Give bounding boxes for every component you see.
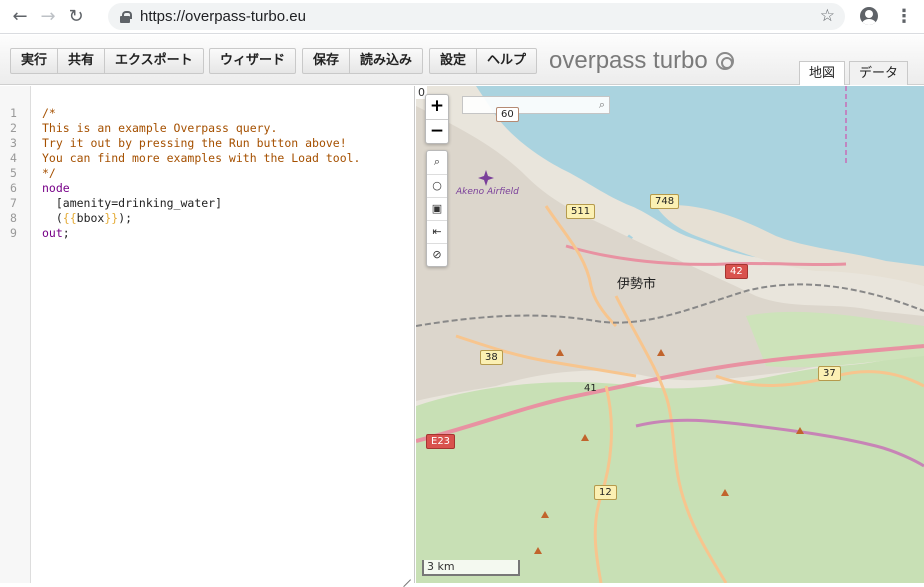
- line-number: 4: [10, 151, 17, 165]
- code-line: 8 ({{bbox}});: [0, 211, 415, 226]
- brand-text: overpass turbo: [549, 47, 708, 74]
- tab-map[interactable]: 地図: [799, 61, 846, 85]
- profile-avatar-icon[interactable]: [860, 7, 878, 25]
- line-number: 1: [10, 106, 17, 120]
- bookmark-star-icon[interactable]: ☆: [820, 6, 835, 26]
- map-tool-controls: ⌕ ○ ▣ ⇤ ⊘: [426, 150, 448, 267]
- code-text: You can find more examples with the Load…: [42, 151, 361, 165]
- load-button[interactable]: 読み込み: [350, 49, 422, 73]
- code-line: 1 /*: [0, 106, 415, 121]
- brand-title: overpass turbo: [549, 47, 734, 75]
- view-tabs: 地図 データ: [795, 61, 909, 85]
- code-token: );: [118, 211, 133, 225]
- browser-chrome: ← → ↻ https://overpass-turbo.eu ☆ ⋮: [0, 0, 924, 34]
- scale-bar: 3 km: [422, 560, 520, 576]
- road-shield: 42: [725, 264, 748, 279]
- share-button[interactable]: 共有: [58, 49, 106, 73]
- url-text: https://overpass-turbo.eu: [140, 8, 306, 25]
- export-button[interactable]: エクスポート: [105, 49, 203, 73]
- map-view[interactable]: 0 + − ⌕ ○ ▣ ⇤ ⊘ ⌕ Akeno Airfield 伊勢市 60 …: [416, 86, 924, 583]
- settings-button[interactable]: 設定: [430, 49, 478, 73]
- code-line: 6 node: [0, 181, 415, 196]
- code-token: (: [42, 211, 63, 225]
- search-icon: ⌕: [598, 98, 605, 111]
- code-text: This is an example Overpass query.: [42, 121, 278, 135]
- run-button[interactable]: 実行: [11, 49, 59, 73]
- code-line: 7 [amenity=drinking_water]: [0, 196, 415, 211]
- forward-arrow-icon[interactable]: →: [34, 3, 62, 31]
- code-token: bbox: [76, 211, 105, 225]
- line-number: 3: [10, 136, 17, 150]
- wizard-button[interactable]: ウィザード: [210, 49, 295, 73]
- zoom-to-data-icon[interactable]: ⌕: [427, 151, 447, 174]
- map-tiles: [416, 86, 924, 583]
- address-bar[interactable]: https://overpass-turbo.eu ☆: [108, 3, 845, 30]
- line-number: 6: [10, 181, 17, 195]
- line-number: 8: [10, 211, 17, 225]
- zoom-out-button[interactable]: −: [426, 119, 448, 143]
- road-shield: 60: [496, 107, 519, 122]
- airfield-label: Akeno Airfield: [456, 187, 519, 197]
- overpass-logo-icon: [715, 52, 734, 70]
- settings-help-group: 設定 ヘルプ: [429, 48, 538, 74]
- road-shield: 748: [650, 194, 680, 209]
- lock-icon: [120, 10, 132, 23]
- code-token: ;: [62, 226, 70, 240]
- code-line: 2 This is an example Overpass query.: [0, 121, 415, 136]
- map-search-input[interactable]: ⌕: [462, 96, 610, 114]
- code-text: ({{bbox}});: [42, 211, 132, 226]
- code-line: 4 You can find more examples with the Loa…: [0, 151, 415, 166]
- road-shield: 41: [584, 383, 597, 394]
- keyword-token: out: [42, 226, 63, 240]
- locate-icon[interactable]: ○: [427, 174, 447, 197]
- save-load-group: 保存 読み込み: [302, 48, 424, 74]
- code-text: /*: [42, 106, 56, 120]
- query-editor[interactable]: 1 /* 2 This is an example Overpass query. 3 T…: [0, 86, 415, 583]
- run-share-export-group: 実行 共有 エクスポート: [10, 48, 204, 74]
- zoom-in-button[interactable]: +: [426, 95, 448, 119]
- road-shield: 38: [480, 350, 503, 365]
- zoom-control: + −: [425, 94, 449, 144]
- template-brace: {{: [62, 211, 77, 225]
- code-line: 5 */: [0, 166, 415, 181]
- export-image-icon[interactable]: ▣: [427, 197, 447, 220]
- road-shield: E23: [426, 434, 456, 449]
- fullscreen-icon[interactable]: ⇤: [427, 220, 447, 243]
- road-shield: 12: [594, 485, 617, 500]
- code-text: Try it out by pressing the Run button ab…: [42, 136, 347, 150]
- clear-data-icon[interactable]: ⊘: [427, 243, 447, 266]
- code-text: */: [42, 166, 56, 180]
- save-button[interactable]: 保存: [303, 49, 351, 73]
- code-text: node: [42, 181, 70, 195]
- code-text: out;: [42, 226, 70, 241]
- code-line: 9 out;: [0, 226, 415, 241]
- help-button[interactable]: ヘルプ: [477, 49, 536, 73]
- line-number: 5: [10, 166, 17, 180]
- line-number: 2: [10, 121, 17, 135]
- browser-menu-icon[interactable]: ⋮: [895, 6, 913, 27]
- code-area[interactable]: 1 /* 2 This is an example Overpass query. 3 T…: [0, 106, 415, 241]
- resize-handle-icon[interactable]: [401, 570, 411, 580]
- template-brace: }}: [104, 211, 119, 225]
- tab-data[interactable]: データ: [849, 61, 909, 85]
- line-number: 7: [10, 196, 17, 210]
- road-shield: 511: [566, 204, 596, 219]
- code-text: [amenity=drinking_water]: [42, 196, 223, 210]
- road-shield: 37: [818, 366, 841, 381]
- city-label: 伊勢市: [617, 277, 657, 292]
- code-line: 3 Try it out by pressing the Run button a…: [0, 136, 415, 151]
- wizard-group: ウィザード: [209, 48, 297, 74]
- reload-icon[interactable]: ↻: [62, 3, 90, 31]
- back-arrow-icon[interactable]: ←: [6, 3, 34, 31]
- app-toolbar: 実行 共有 エクスポート ウィザード 保存 読み込み 設定 ヘルプ overpa…: [0, 35, 924, 85]
- line-number: 9: [10, 226, 17, 240]
